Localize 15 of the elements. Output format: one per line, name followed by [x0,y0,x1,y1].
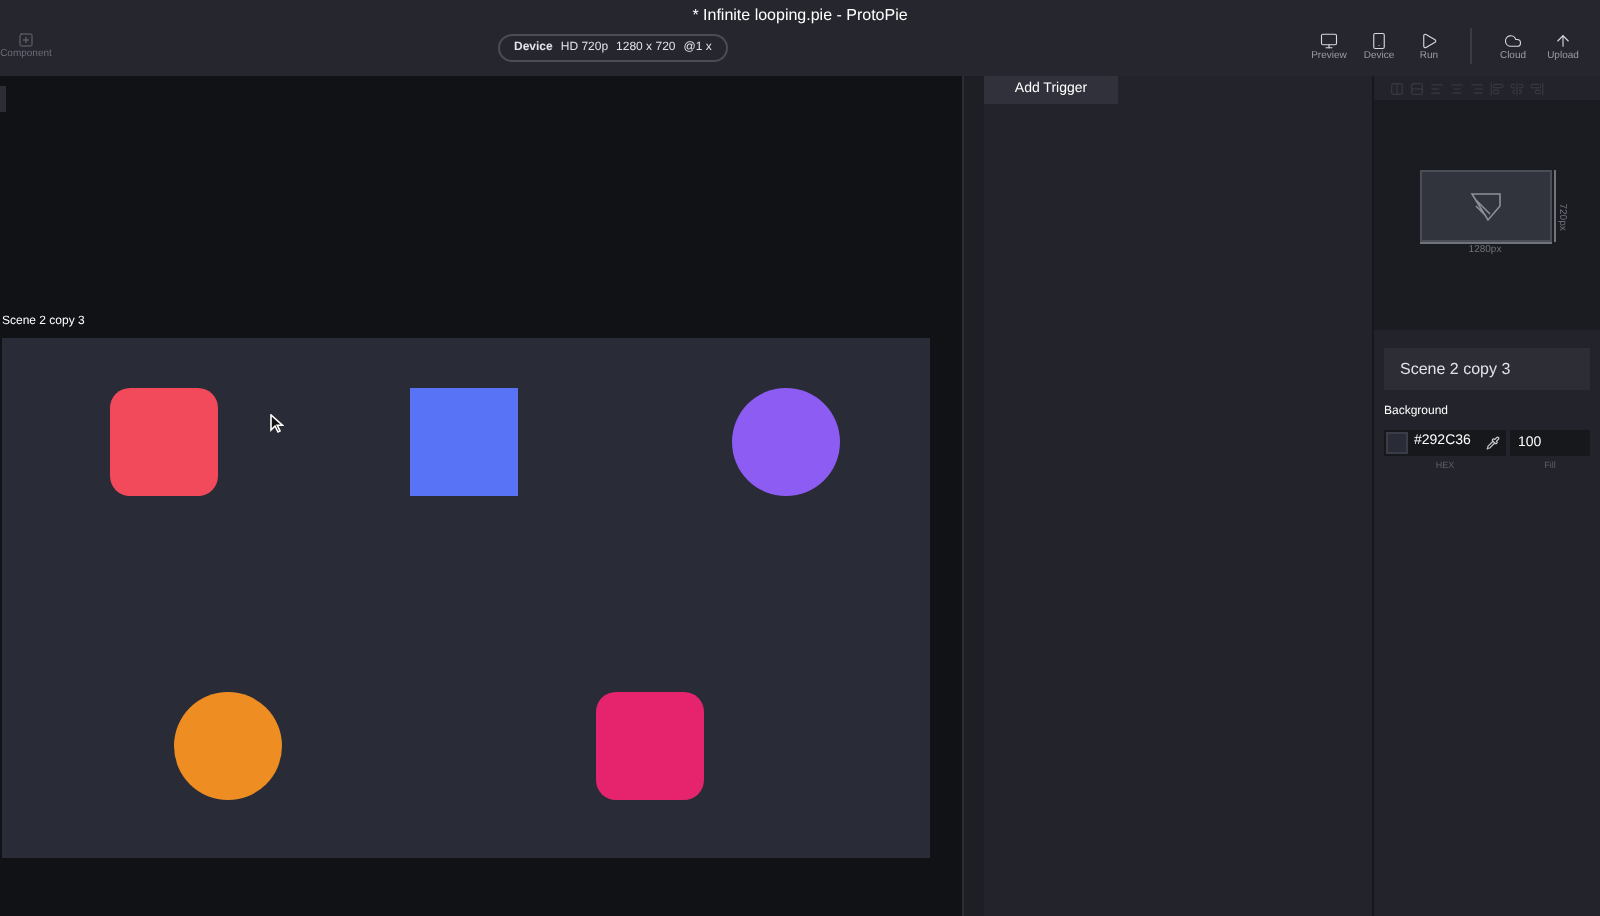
scene-name-field[interactable]: Scene 2 copy 3 [1384,348,1590,390]
cursor-icon [270,414,284,434]
eyedropper-icon[interactable] [1486,436,1500,450]
window-title: * Infinite looping.pie - ProtoPie [690,4,910,28]
cloud-icon [1504,31,1522,49]
align-icon[interactable] [1510,81,1524,95]
align-icon[interactable] [1530,81,1544,95]
add-icon [18,31,34,47]
phone-icon [1370,31,1388,49]
logo-icon [1469,191,1501,222]
play-icon [1420,31,1438,49]
color-swatch[interactable] [1386,432,1408,454]
monitor-icon [1320,31,1338,49]
arrow-up-icon [1554,31,1572,49]
align-icon[interactable] [1490,81,1504,95]
